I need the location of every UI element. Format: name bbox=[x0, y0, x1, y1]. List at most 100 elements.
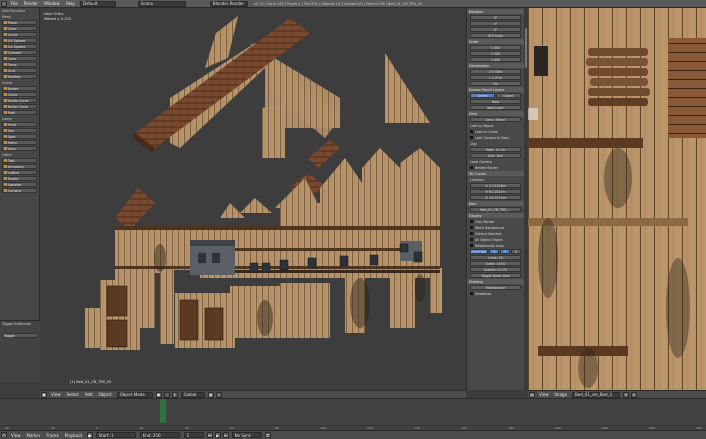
timeline[interactable]: -40 -20 0 20 40 60 80 100 120 140 160 180 200 220 240 2… bbox=[0, 398, 706, 430]
record-icon[interactable]: ● bbox=[86, 432, 93, 438]
cursor-x-field[interactable]: X: 2.22218m bbox=[470, 183, 521, 188]
orientation-select[interactable]: Global bbox=[180, 391, 205, 398]
menu-render[interactable]: Render bbox=[21, 1, 41, 6]
mesh-primitive-button[interactable]: Monkey bbox=[2, 74, 37, 79]
snap-icon[interactable]: ⊹ bbox=[215, 391, 222, 398]
toggle-quad-view-button[interactable]: Toggle Quad View bbox=[470, 273, 521, 278]
mesh-primitive-button[interactable]: Cube bbox=[2, 26, 37, 31]
grid-axis-y[interactable]: Y bbox=[500, 249, 510, 254]
lamp-primitive-button[interactable]: Sun bbox=[2, 128, 37, 133]
grease-scene-tab[interactable]: Scene bbox=[470, 93, 495, 98]
menu-object[interactable]: Object bbox=[96, 392, 115, 397]
start-frame-field[interactable]: Start: 1 bbox=[95, 432, 136, 438]
grid-axis-z[interactable]: Z bbox=[511, 249, 521, 254]
menu-file[interactable]: File bbox=[8, 1, 21, 6]
uv-menu-view[interactable]: View bbox=[536, 392, 552, 397]
mode-select[interactable]: Object Mode bbox=[116, 391, 153, 398]
lamp-primitive-button[interactable]: Area bbox=[2, 146, 37, 151]
play-icon[interactable]: ▶ bbox=[214, 432, 221, 438]
lock-to-cursor-checkbox[interactable]: Lock to Cursor bbox=[470, 129, 521, 134]
toggle-editmode-button[interactable]: Toggle bbox=[2, 333, 38, 338]
scrollbar-thumb[interactable] bbox=[525, 28, 527, 68]
scale-z-field[interactable]: 1.000 bbox=[470, 57, 521, 62]
display-header[interactable]: Display bbox=[467, 213, 524, 218]
cursor-z-field[interactable]: Z: 33.3714m bbox=[470, 195, 521, 200]
other-primitive-button[interactable]: Armature bbox=[2, 164, 37, 169]
other-primitive-button[interactable]: Speaker bbox=[2, 182, 37, 187]
other-primitive-button[interactable]: Camera bbox=[2, 188, 37, 193]
rotation-mode-select[interactable]: XYZ Euler bbox=[470, 33, 521, 38]
curve-primitive-button[interactable]: Nurbs Circle bbox=[2, 104, 37, 109]
image-editor-icon[interactable]: ▤ bbox=[529, 391, 535, 398]
3d-cursor-header[interactable]: 3D Cursor bbox=[467, 171, 524, 176]
image-name-select[interactable]: Bed_01_sm_Bed_1 bbox=[572, 391, 621, 398]
tl-menu-marker[interactable]: Marker bbox=[24, 433, 44, 438]
grid-scale-field[interactable]: Scale: 1.000 bbox=[470, 261, 521, 266]
shading-sphere-icon[interactable]: ● bbox=[155, 391, 162, 398]
mesh-primitive-button[interactable]: Torus bbox=[2, 62, 37, 67]
grease-object-tab[interactable]: Object bbox=[496, 93, 521, 98]
scale-x-field[interactable]: 1.000 bbox=[470, 45, 521, 50]
item-header[interactable]: Item bbox=[467, 201, 524, 206]
tl-menu-view[interactable]: View bbox=[8, 433, 24, 438]
dimension-x-field[interactable]: 17.038m bbox=[470, 69, 521, 74]
grid-floor-toggle[interactable]: Grid Floor bbox=[470, 249, 488, 254]
world-background-checkbox[interactable]: World Background bbox=[470, 225, 521, 230]
relationship-lines-checkbox[interactable]: Relationship Lines bbox=[470, 243, 521, 248]
uv-image-editor[interactable] bbox=[528, 8, 706, 390]
curve-primitive-button[interactable]: Nurbs Curve bbox=[2, 98, 37, 103]
grease-new-button[interactable]: New bbox=[470, 99, 521, 104]
render-border-checkbox[interactable]: Render Border bbox=[470, 165, 521, 170]
grid-lines-field[interactable]: Lines: 16 bbox=[470, 255, 521, 260]
only-render-checkbox[interactable]: Only Render bbox=[470, 219, 521, 224]
mesh-primitive-button[interactable]: Circle bbox=[2, 32, 37, 37]
view-panel-header[interactable]: View bbox=[467, 111, 524, 116]
scale-y-field[interactable]: 1.000 bbox=[470, 51, 521, 56]
scene-select[interactable]: Scene bbox=[137, 0, 186, 7]
menu-select[interactable]: Select bbox=[64, 392, 82, 397]
rotation-y-field[interactable]: 0° bbox=[470, 21, 521, 26]
lamp-primitive-button[interactable]: Point bbox=[2, 122, 37, 127]
dimension-y-field[interactable]: 1.115 m bbox=[470, 75, 521, 80]
end-frame-field[interactable]: End: 250 bbox=[139, 432, 180, 438]
curve-primitive-button[interactable]: Path bbox=[2, 110, 37, 115]
dimension-z-field[interactable]: 7m bbox=[470, 81, 521, 86]
mesh-primitive-button[interactable]: Cylinder bbox=[2, 50, 37, 55]
curve-primitive-button[interactable]: Bezier bbox=[2, 86, 37, 91]
pin-icon[interactable]: ✦ bbox=[623, 391, 630, 398]
other-primitive-button[interactable]: Lattice bbox=[2, 170, 37, 175]
shading-header[interactable]: Shading bbox=[467, 279, 524, 284]
curve-primitive-button[interactable]: Circle bbox=[2, 92, 37, 97]
3d-view-editor-icon[interactable]: ▣ bbox=[41, 391, 47, 398]
new-layer-button[interactable]: New Layer bbox=[470, 105, 521, 110]
current-frame-indicator[interactable] bbox=[160, 399, 166, 423]
tl-menu-frame[interactable]: Frame bbox=[43, 433, 61, 438]
uv-menu-image[interactable]: Image bbox=[552, 392, 571, 397]
rotation-z-field[interactable]: 0° bbox=[470, 27, 521, 32]
layers-icon[interactable]: ▦ bbox=[207, 391, 214, 398]
info-editor-icon[interactable]: i bbox=[1, 0, 7, 7]
grid-subdivisions-field[interactable]: Subdivi: 0.125 bbox=[470, 267, 521, 272]
lamp-primitive-button[interactable]: Hemi bbox=[2, 140, 37, 145]
menu-view[interactable]: View bbox=[48, 392, 64, 397]
item-name-field[interactable]: Bed_01_CB_TRS_... bbox=[470, 207, 521, 212]
outline-selected-checkbox[interactable]: Outline Selected bbox=[470, 231, 521, 236]
all-origins-checkbox[interactable]: All Object Origins bbox=[470, 237, 521, 242]
clip-start-field[interactable]: Start: 10 cm bbox=[470, 147, 521, 152]
pivot-icon[interactable]: ◦ bbox=[163, 391, 170, 398]
lens-field[interactable]: Lens: 35mm bbox=[470, 117, 521, 122]
clip-end-field[interactable]: End: 1km bbox=[470, 153, 521, 158]
sync-mode-select[interactable]: No Sync bbox=[231, 432, 262, 438]
tl-menu-playback[interactable]: Playback bbox=[62, 433, 86, 438]
close-image-icon[interactable]: × bbox=[631, 391, 638, 398]
grease-pencil-header[interactable]: Grease Pencil Layers bbox=[467, 87, 524, 92]
rotation-x-field[interactable]: 0° bbox=[470, 15, 521, 20]
menu-add[interactable]: Add bbox=[82, 392, 96, 397]
jump-start-icon[interactable]: ⏮ bbox=[206, 432, 213, 438]
lock-camera-checkbox[interactable]: Lock Camera to View bbox=[470, 135, 521, 140]
shadeless-checkbox[interactable]: Shadeless bbox=[470, 291, 521, 296]
mesh-primitive-button[interactable]: Ico Sphere bbox=[2, 44, 37, 49]
timeline-editor-icon[interactable]: ◷ bbox=[1, 432, 7, 438]
last-operator-title[interactable]: Toggle Editmode bbox=[0, 321, 40, 327]
mesh-primitive-button[interactable]: Plane bbox=[2, 20, 37, 25]
